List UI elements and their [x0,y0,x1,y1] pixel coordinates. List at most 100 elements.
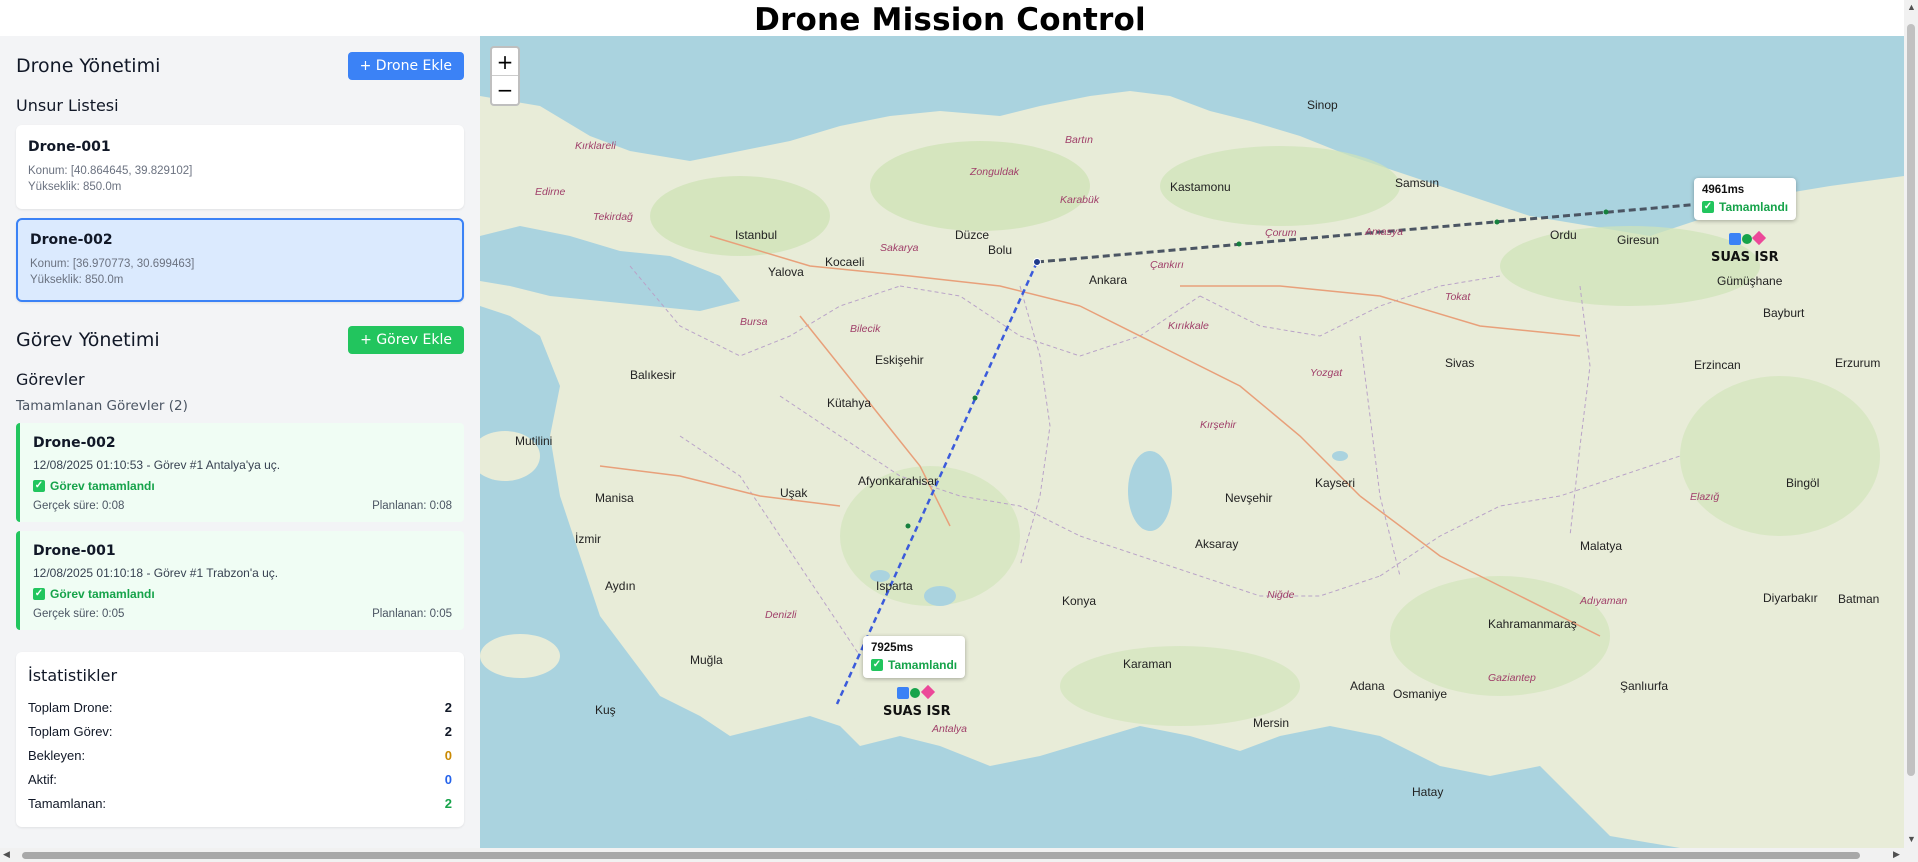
unit-label: SUAS ISR [1711,250,1779,265]
map-label-gumushane: Gümüşhane [1717,274,1783,288]
drone-popup-antalya[interactable]: 7925ms ✓ Tamamlandı [863,636,966,678]
drone-marker-icon[interactable] [1729,233,1741,245]
map-label-cankiri: Çankırı [1150,259,1184,271]
map-label-manisa: Manisa [595,491,634,505]
scroll-up-icon[interactable]: ▲ [1907,2,1916,12]
scroll-down-icon[interactable]: ▼ [1907,834,1916,844]
horizontal-scroll-thumb[interactable] [22,852,1860,859]
status-dot-icon [910,688,920,698]
map-label-ordu: Ordu [1550,228,1577,242]
map-label-tokat: Tokat [1445,291,1471,303]
map-label-kahramanmaras: Kahramanmaraş [1488,617,1577,631]
task-section-title: Görev Yönetimi [16,329,160,351]
map-label-afyonkarahisar: Afyonkarahisar [858,474,939,488]
statistics-title: İstatistikler [28,666,118,685]
task-description: 12/08/2025 01:10:18 - Görev #1 Trabzon'a… [33,566,279,580]
map-label-erzurum: Erzurum [1835,356,1881,370]
drone-card[interactable]: Drone-001 Konum: [40.864645, 39.829102] … [16,125,464,209]
map-label-tekirdag: Tekirdağ [593,211,633,223]
drone-popup-trabzon[interactable]: 4961ms ✓ Tamamlandı [1694,178,1797,220]
map-label-bartin: Bartın [1065,134,1094,146]
stat-row-total-tasks: Toplam Görev: 2 [28,719,452,743]
zoom-out-button[interactable]: − [492,76,518,104]
map-label-sinop: Sinop [1307,98,1338,112]
task-status-label: Görev tamamlandı [50,587,155,601]
map-label-zonguldak: Zonguldak [970,166,1020,178]
map-label-karaman: Karaman [1123,657,1172,671]
zoom-in-button[interactable]: + [492,48,518,76]
task-card[interactable]: Drone-001 12/08/2025 01:10:18 - Görev #1… [16,531,464,630]
popup-time: 4961ms [1702,184,1745,196]
map-label-diyarbakir: Diyarbakır [1763,591,1818,605]
task-drone-name: Drone-002 [33,435,116,451]
map-label-mutilini: Mutilini [515,434,553,448]
statistics-panel: İstatistikler Toplam Drone: 2 Toplam Gör… [16,652,464,827]
vertical-scrollbar[interactable]: ▲ ▼ [1904,0,1918,848]
map-view[interactable]: Ankara Istanbul Bursa Eskişehir Kütahya … [480,36,1904,848]
task-status: ✓ Görev tamamlandı [33,479,452,493]
stat-value: 2 [444,723,452,739]
status-dot-icon [1742,234,1752,244]
add-task-button[interactable]: + Görev Ekle [348,326,464,354]
map-label-eskisehir: Eskişehir [875,353,924,367]
map-label-balikesir: Balıkesir [630,368,677,382]
stat-label: Tamamlanan: [28,795,107,811]
map-label-osmaniye: Osmaniye [1393,687,1448,701]
task-times: Gerçek süre: 0:08 Planlanan: 0:08 [33,500,452,512]
completed-tasks-header[interactable]: Tamamlanan Görevler (2) [16,398,464,414]
zoom-control: + − [490,46,520,106]
task-status: ✓ Görev tamamlandı [33,587,452,601]
sidebar: Drone Yönetimi + Drone Ekle Unsur Listes… [0,36,480,848]
task-description: 12/08/2025 01:10:53 - Görev #1 Antalya'y… [33,458,281,472]
stat-label: Toplam Görev: [28,723,113,739]
map-label-sivas: Sivas [1445,356,1475,370]
map-label-amasya: Amasya [1365,226,1403,238]
drone-marker-icon[interactable] [897,687,909,699]
drone-section-header: Drone Yönetimi + Drone Ekle [16,52,464,80]
map-label-kirklareli: Kırklareli [575,140,616,152]
map-label-gaziantep: Gaziantep [1488,672,1536,684]
map-label-isparta: Isparta [876,579,913,593]
map-label-sakarya: Sakarya [880,242,919,254]
scroll-right-icon[interactable]: ▶ [1893,849,1900,860]
map-label-aksaray: Aksaray [1195,537,1239,551]
task-card[interactable]: Drone-002 12/08/2025 01:10:53 - Görev #1… [16,423,464,522]
scroll-left-icon[interactable]: ◀ [3,849,10,860]
drone-altitude: Yükseklik: 850.0m [28,181,122,193]
map-label-bolu: Bolu [988,243,1013,257]
stat-value: 2 [444,699,452,715]
task-drone-name: Drone-001 [33,543,116,559]
map-label-yozgat: Yozgat [1310,367,1343,379]
drone-card-selected[interactable]: Drone-002 Konum: [36.970773, 30.699463] … [16,218,464,302]
check-icon: ✓ [871,659,883,671]
map-label-istanbul: Istanbul [735,228,778,242]
map-label-adiyaman: Adıyaman [1580,595,1628,607]
horizontal-scrollbar[interactable]: ◀ ▶ [0,848,1918,862]
map-label-izmir: İzmir [575,532,601,546]
drone-altitude: Yükseklik: 850.0m [30,274,124,286]
stat-label: Bekleyen: [28,747,86,763]
map-label-erzincan: Erzincan [1694,358,1741,372]
map-label-bingol: Bingöl [1786,476,1820,490]
drone-name: Drone-002 [30,232,113,248]
task-status-label: Görev tamamlandı [50,479,155,493]
stat-value: 0 [444,747,452,763]
vertical-scroll-thumb[interactable] [1907,24,1915,776]
check-icon: ✓ [1702,201,1714,213]
task-planned-time: Planlanan: 0:05 [372,608,452,620]
map-label-bursa: Bursa [740,316,768,328]
task-actual-time: Gerçek süre: 0:05 [33,608,125,620]
add-drone-button[interactable]: + Drone Ekle [347,52,464,80]
map-label-corum: Çorum [1265,227,1297,239]
stat-value: 0 [444,771,452,787]
map-label-kastamonu: Kastamonu [1170,180,1231,194]
map-label-mugla: Muğla [690,653,723,667]
map-label-karabuk: Karabük [1060,194,1100,206]
map-label-kus: Kuş [595,703,616,717]
map-terrain [480,36,1904,848]
stat-label: Aktif: [28,771,57,787]
map-label-yalova: Yalova [768,265,804,279]
stat-value: 2 [444,795,452,811]
map-label-kirikkale: Kırıkkale [1168,320,1209,332]
task-times: Gerçek süre: 0:05 Planlanan: 0:05 [33,608,452,620]
